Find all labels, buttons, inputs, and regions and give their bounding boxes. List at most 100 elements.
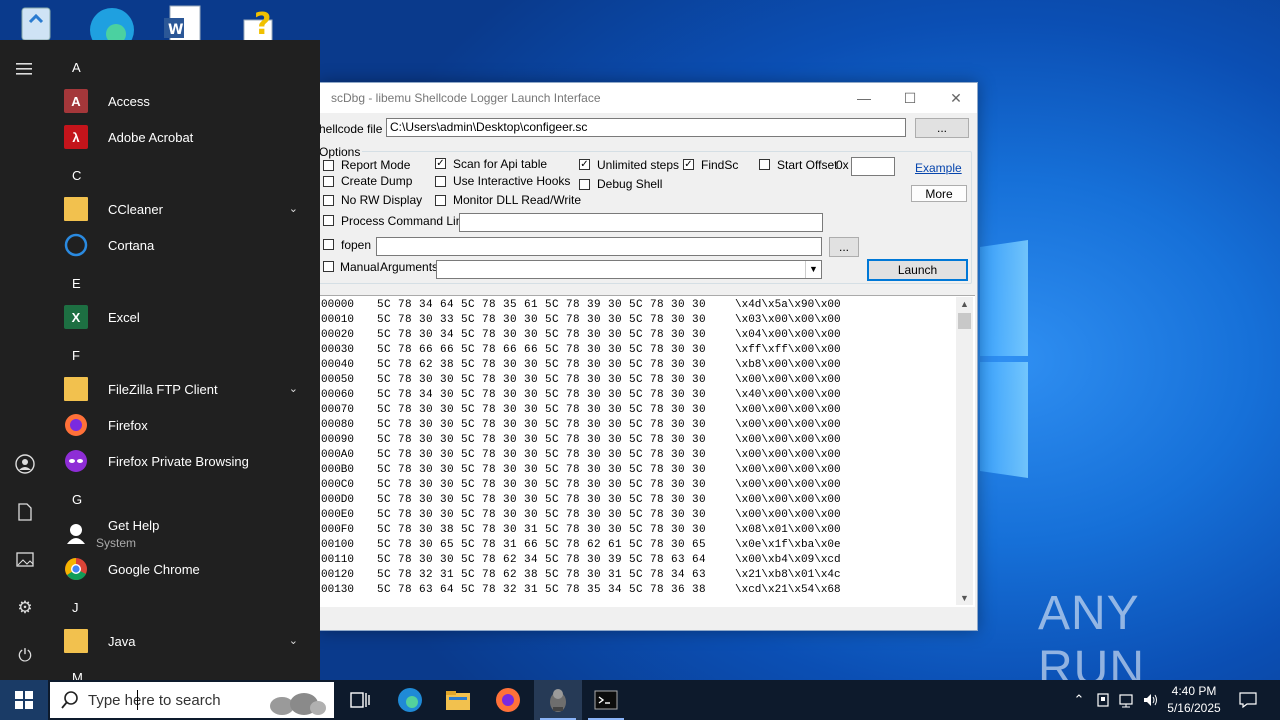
folder-icon	[64, 197, 88, 221]
shellcode-path-input[interactable]: C:\Users\admin\Desktop\configeer.sc	[386, 118, 906, 137]
app-cortana[interactable]: Cortana	[52, 227, 312, 263]
close-button[interactable]: ✕	[933, 83, 979, 113]
start-offset-input[interactable]	[851, 157, 895, 176]
hamburger-menu-icon[interactable]	[14, 58, 36, 80]
create-dump-checkbox[interactable]	[323, 176, 334, 187]
hex-dump-output[interactable]: 00000 5C 78 34 64 5C 78 35 61 5C 78 39 30…	[319, 295, 975, 607]
unlimited-steps-checkbox[interactable]: ✓	[579, 159, 590, 170]
hex-escaped: \x00\x00\x00\x00	[735, 404, 841, 416]
file-explorer-icon[interactable]	[434, 680, 482, 720]
network-icon[interactable]	[1116, 680, 1138, 720]
process-cmdline-checkbox[interactable]	[323, 215, 334, 226]
launch-button[interactable]: Launch	[867, 259, 968, 281]
scdbg-window[interactable]: scDbg - libemu Shellcode Logger Launch I…	[317, 82, 978, 631]
start-offset-checkbox[interactable]	[759, 159, 770, 170]
device-icon[interactable]	[1092, 680, 1114, 720]
chevron-up-icon[interactable]: ⌃	[1068, 680, 1090, 720]
volume-icon[interactable]	[1140, 680, 1162, 720]
no-rw-display-checkbox[interactable]	[323, 195, 334, 206]
edge-icon[interactable]	[86, 4, 138, 52]
chrome-icon	[64, 557, 88, 581]
chevron-down-icon[interactable]: ▼	[805, 261, 821, 278]
help-file-icon[interactable]: ?	[238, 4, 290, 44]
hex-bytes: 5C 78 30 30 5C 78 30 30 5C 78 30 30 5C 7…	[377, 479, 707, 491]
section-letter-f[interactable]: F	[72, 348, 80, 363]
hex-escaped: \x4d\x5a\x90\x00	[735, 299, 841, 311]
minimize-button[interactable]: —	[841, 83, 887, 113]
hex-offset: 00070	[321, 404, 355, 416]
monitor-dll-checkbox[interactable]	[435, 195, 446, 206]
app-adobe-acrobat[interactable]: λ Adobe Acrobat	[52, 119, 312, 155]
monitor-dll-label: Monitor DLL Read/Write	[453, 193, 582, 207]
example-link[interactable]: Example	[915, 161, 962, 175]
taskbar-clock[interactable]: 4:40 PM 5/16/2025	[1162, 683, 1226, 717]
scdbg-taskbar-icon[interactable]	[534, 680, 582, 720]
hex-bytes: 5C 78 30 30 5C 78 30 30 5C 78 30 30 5C 7…	[377, 404, 707, 416]
chevron-down-icon[interactable]: ⌄	[289, 634, 298, 647]
chevron-down-icon[interactable]: ⌄	[289, 382, 298, 395]
notifications-icon[interactable]	[1234, 680, 1262, 720]
findsc-checkbox[interactable]: ✓	[683, 159, 694, 170]
acrobat-icon: λ	[64, 125, 88, 149]
app-firefox[interactable]: Firefox	[52, 407, 312, 443]
terminal-taskbar-icon[interactable]	[582, 680, 630, 720]
section-letter-j[interactable]: J	[72, 600, 79, 615]
chevron-down-icon[interactable]: ⌄	[289, 202, 298, 215]
app-get-help[interactable]: Get Help System	[52, 513, 312, 555]
interactive-hooks-checkbox[interactable]	[435, 176, 446, 187]
process-cmdline-input[interactable]	[459, 213, 823, 232]
hex-offset: 00030	[321, 344, 355, 356]
more-button[interactable]: More	[911, 185, 967, 202]
title-bar[interactable]: scDbg - libemu Shellcode Logger Launch I…	[319, 83, 977, 113]
hex-escaped: \x03\x00\x00\x00	[735, 314, 841, 326]
taskbar: Type here to search ⌃ 4:40 PM 5/16/2025	[0, 680, 1280, 720]
scan-api-table-checkbox[interactable]: ✓	[435, 158, 446, 169]
app-filezilla-folder[interactable]: FileZilla FTP Client ⌄	[52, 371, 312, 407]
scroll-up-icon[interactable]: ▲	[956, 297, 973, 311]
app-firefox-private[interactable]: Firefox Private Browsing	[52, 443, 312, 479]
maximize-button[interactable]: ☐	[887, 83, 933, 113]
fopen-browse-button[interactable]: ...	[829, 237, 859, 257]
scroll-thumb[interactable]	[958, 313, 971, 329]
word-document-icon[interactable]: W	[160, 4, 212, 44]
manual-checkbox[interactable]	[323, 261, 334, 272]
hex-offset: 000A0	[321, 449, 355, 461]
section-letter-c[interactable]: C	[72, 168, 81, 183]
hex-offset: 000E0	[321, 509, 355, 521]
start-menu[interactable]: ⚙ ⏻ A A Access λ Adobe Acrobat C CCleane…	[0, 40, 320, 680]
start-button[interactable]	[0, 680, 48, 720]
user-account-icon[interactable]	[14, 453, 36, 475]
scroll-down-icon[interactable]: ▼	[956, 591, 973, 605]
section-letter-e[interactable]: E	[72, 276, 81, 291]
app-google-chrome[interactable]: Google Chrome	[52, 551, 312, 587]
cortana-icon	[64, 233, 88, 257]
documents-icon[interactable]	[14, 501, 36, 523]
fopen-checkbox[interactable]	[323, 239, 334, 250]
app-ccleaner-folder[interactable]: CCleaner ⌄	[52, 191, 312, 227]
section-letter-a[interactable]: A	[72, 60, 81, 75]
hex-offset: 00100	[321, 539, 355, 551]
arguments-combo[interactable]: ▼	[436, 260, 822, 279]
task-view-icon[interactable]	[336, 680, 384, 720]
fopen-input[interactable]	[376, 237, 822, 256]
hex-escaped: \x21\xb8\x01\x4c	[735, 569, 841, 581]
edge-taskbar-icon[interactable]	[386, 680, 434, 720]
report-mode-checkbox[interactable]	[323, 160, 334, 171]
app-excel[interactable]: X Excel	[52, 299, 312, 335]
app-access[interactable]: A Access	[52, 83, 312, 119]
app-java-folder[interactable]: Java ⌄	[52, 623, 312, 659]
svg-text:W: W	[168, 22, 183, 38]
firefox-taskbar-icon[interactable]	[484, 680, 532, 720]
hex-escaped: \x04\x00\x00\x00	[735, 329, 841, 341]
pictures-icon[interactable]	[14, 549, 36, 571]
findsc-label: FindSc	[701, 158, 739, 172]
recycle-bin-icon[interactable]	[14, 4, 66, 44]
power-icon[interactable]: ⏻	[14, 645, 36, 667]
browse-button[interactable]: ...	[915, 118, 969, 138]
hex-scrollbar[interactable]: ▲ ▼	[956, 297, 973, 605]
settings-gear-icon[interactable]: ⚙	[14, 597, 36, 619]
section-letter-g[interactable]: G	[72, 492, 82, 507]
debug-shell-checkbox[interactable]	[579, 179, 590, 190]
taskbar-search[interactable]: Type here to search	[50, 682, 334, 718]
section-letter-m[interactable]: M	[72, 670, 83, 680]
